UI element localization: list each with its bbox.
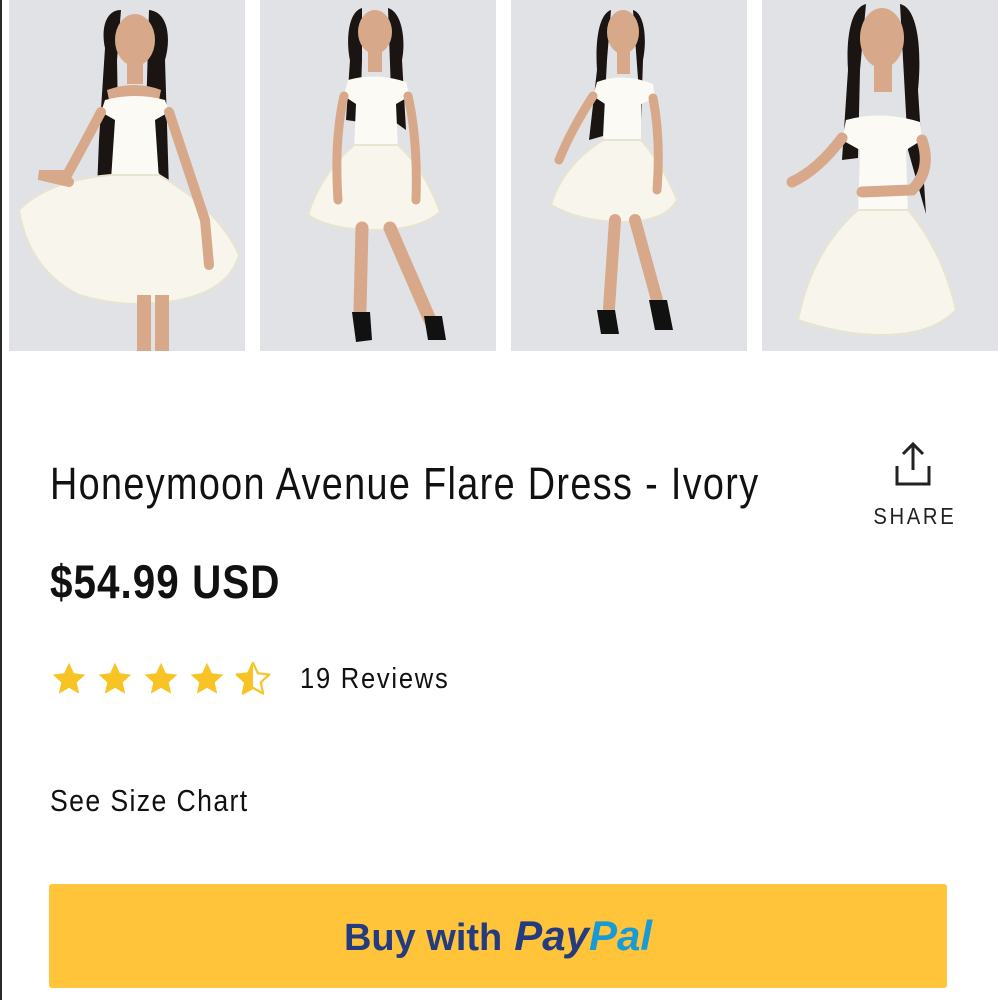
star-half-icon	[235, 661, 271, 695]
product-photo-4[interactable]	[762, 0, 998, 351]
size-chart-link[interactable]: See Size Chart	[50, 783, 249, 819]
paypal-logo-pay: Pay	[514, 912, 589, 959]
paypal-logo-pal: Pal	[589, 912, 653, 959]
model-in-dress-illustration	[17, 10, 241, 351]
star-full-icon	[190, 662, 224, 694]
star-full-icon	[144, 662, 178, 694]
rating-summary[interactable]: 19 Reviews	[50, 660, 470, 698]
paypal-button-label: Buy with Pay Pal	[344, 912, 652, 960]
product-gallery	[9, 0, 1000, 351]
product-photo-1[interactable]	[9, 0, 245, 351]
share-icon	[895, 441, 931, 486]
star-full-icon	[98, 662, 132, 694]
paypal-prefix: Buy with	[343, 917, 503, 959]
page-edge-divider	[0, 0, 2, 1000]
paypal-buy-button[interactable]: Buy with Pay Pal	[49, 884, 947, 988]
product-title: Honeymoon Avenue Flare Dress - Ivory	[50, 458, 760, 509]
model-in-dress-illustration	[549, 10, 679, 334]
share-button[interactable]: SHARE	[868, 440, 958, 530]
product-photo-3[interactable]	[511, 0, 747, 351]
product-photo-2[interactable]	[260, 0, 496, 351]
product-price: $54.99 USD	[50, 555, 281, 608]
share-label: SHARE	[873, 503, 957, 529]
model-in-dress-illustration	[306, 8, 446, 342]
star-full-icon	[52, 662, 86, 694]
model-in-dress-illustration	[786, 4, 958, 337]
star-rating	[50, 660, 272, 698]
reviews-link[interactable]: 19 Reviews	[300, 663, 450, 696]
